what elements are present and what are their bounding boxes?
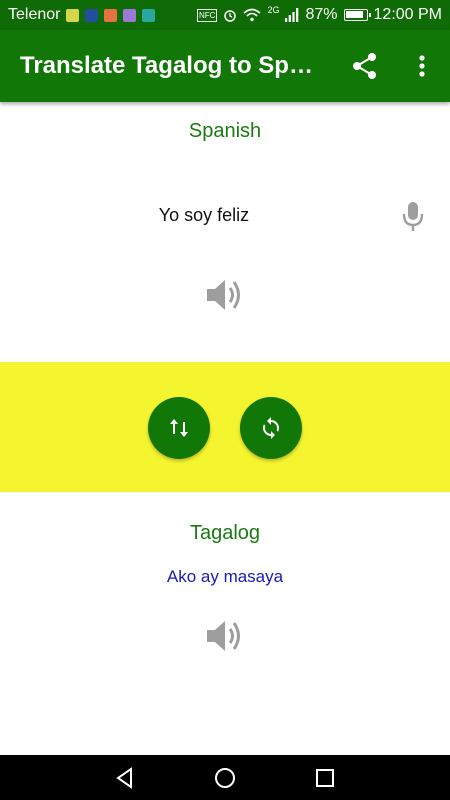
clock: 12:00 PM — [373, 6, 442, 23]
volume-up-icon[interactable] — [205, 277, 247, 313]
action-band — [0, 362, 450, 492]
carrier-label: Telenor — [8, 6, 61, 23]
status-bar: Telenor NFC 2G 87% 12:00 PM — [0, 0, 450, 30]
more-vert-icon[interactable] — [412, 52, 432, 80]
battery-percent: 87% — [305, 6, 338, 23]
translate-button[interactable] — [240, 397, 302, 459]
swap-languages-button[interactable] — [148, 397, 210, 459]
home-icon[interactable] — [214, 767, 236, 789]
signal-icon — [285, 8, 299, 22]
target-language-label[interactable]: Tagalog — [0, 522, 450, 545]
status-left: Telenor — [8, 6, 156, 24]
source-language-label[interactable]: Spanish — [0, 120, 450, 143]
nfc-icon: NFC — [197, 8, 218, 22]
wifi-icon — [243, 8, 261, 22]
page-title: Translate Tagalog to Spa... — [20, 52, 320, 79]
system-nav-bar — [0, 755, 450, 800]
mic-icon[interactable] — [400, 200, 426, 232]
swap-vert-icon — [170, 419, 188, 437]
notification-app-icon — [123, 8, 137, 22]
source-text-input[interactable]: Yo soy feliz — [0, 205, 408, 226]
network-type-label: 2G — [267, 5, 280, 15]
notification-app-icon — [104, 8, 118, 22]
notification-app-icon — [66, 8, 80, 22]
share-icon[interactable] — [352, 52, 378, 80]
app-toolbar: Translate Tagalog to Spa... — [0, 30, 450, 102]
recents-icon[interactable] — [314, 767, 336, 789]
volume-up-icon[interactable] — [205, 618, 247, 654]
translated-text: Ako ay masaya — [166, 567, 284, 586]
battery-fill — [345, 11, 363, 18]
back-icon[interactable] — [114, 767, 136, 789]
notification-app-icon — [85, 8, 99, 22]
battery-icon — [343, 9, 371, 21]
status-right: NFC 2G 87% 12:00 PM — [197, 5, 442, 24]
alarm-icon — [224, 10, 237, 22]
notification-app-icon — [142, 8, 156, 22]
sync-icon — [262, 417, 280, 439]
